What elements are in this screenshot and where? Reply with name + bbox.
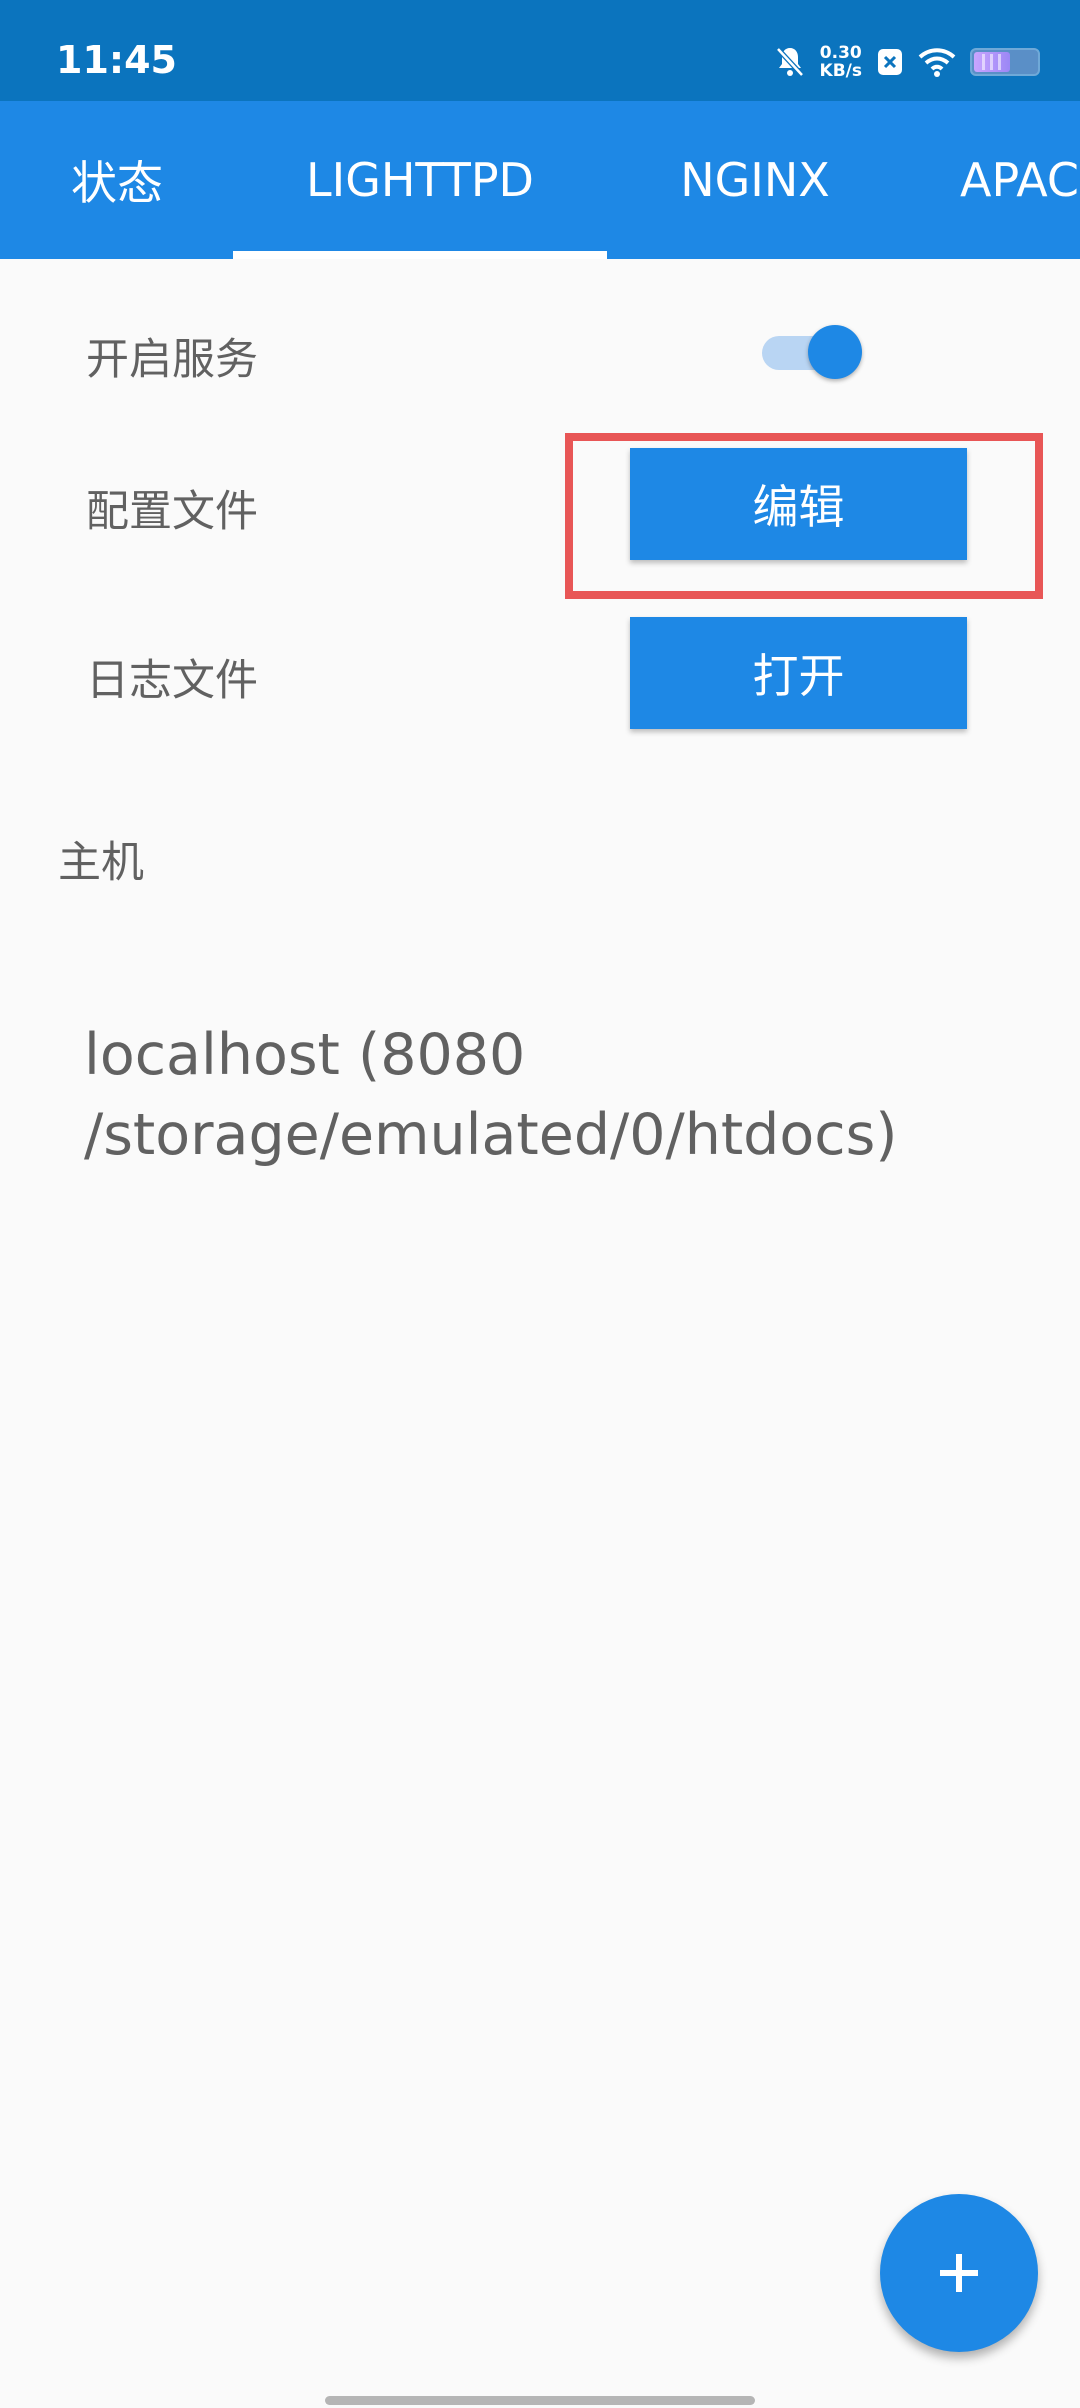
tab-bar: 状态 LIGHTTPD NGINX APAC — [0, 101, 1080, 259]
tab-apache[interactable]: APAC — [960, 101, 1080, 259]
host-item[interactable]: localhost (8080 /storage/emulated/0/htdo… — [84, 1015, 898, 1175]
config-file-label: 配置文件 — [86, 487, 258, 537]
network-speed-unit: KB/s — [819, 61, 862, 81]
notifications-off-icon — [774, 45, 806, 79]
add-host-button[interactable] — [880, 2194, 1038, 2352]
nfc-x-icon — [876, 47, 904, 77]
battery-icon — [970, 48, 1040, 76]
highlight-box — [565, 433, 1043, 599]
network-speed: 0.30 KB/s — [820, 44, 862, 80]
tab-status[interactable]: 状态 — [40, 101, 194, 259]
wifi-icon — [918, 47, 956, 77]
switch-thumb — [808, 325, 862, 379]
tab-nginx[interactable]: NGINX — [655, 101, 855, 259]
status-time: 11:45 — [56, 38, 177, 82]
tab-indicator — [233, 251, 607, 259]
log-file-label: 日志文件 — [86, 656, 258, 706]
service-label: 开启服务 — [86, 335, 258, 385]
hosts-header: 主机 — [58, 838, 144, 888]
plus-icon — [940, 2254, 978, 2292]
status-bar: 11:45 0.30 KB/s — [0, 0, 1080, 101]
status-icons: 0.30 KB/s — [774, 38, 1040, 86]
service-toggle[interactable] — [762, 325, 862, 379]
open-log-button[interactable]: 打开 — [630, 617, 967, 729]
home-indicator[interactable] — [325, 2396, 755, 2405]
network-speed-value: 0.30 — [819, 43, 862, 63]
tab-lighttpd[interactable]: LIGHTTPD — [233, 101, 607, 259]
